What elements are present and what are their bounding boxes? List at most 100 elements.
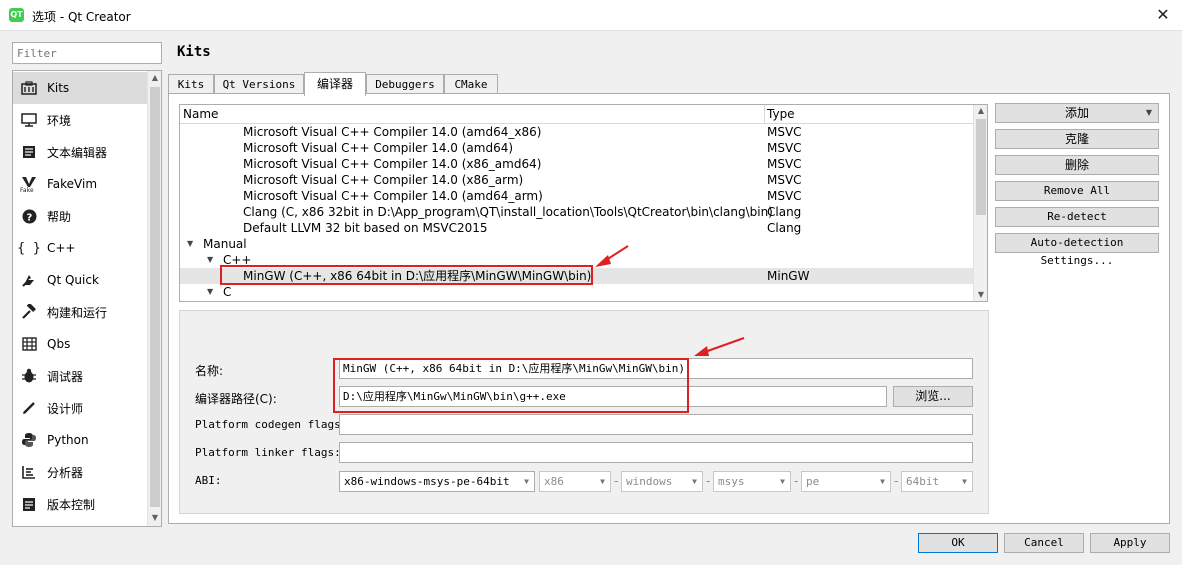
dropdown-arrow-icon: ▼ [780,477,785,486]
tree-row[interactable]: Microsoft Visual C++ Compiler 14.0 (amd6… [180,124,974,140]
abi-separator: - [894,474,899,488]
tree-row[interactable]: Microsoft Visual C++ Compiler 14.0 (x86_… [180,172,974,188]
sidebar-item-label: 帮助 [47,209,72,224]
sidebar-item-label: 调试器 [47,369,84,384]
sidebar-item-build-run[interactable]: 构建和运行 [13,296,147,328]
remove-all-button[interactable]: Remove All [995,181,1159,201]
sidebar-item-label: 版本控制 [47,497,96,512]
clone-button[interactable]: 克隆 [995,129,1159,149]
sidebar-item-label: Qbs [47,337,71,351]
expand-arrow-icon[interactable]: ▼ [187,236,193,252]
tab-debuggers[interactable]: Debuggers [366,74,444,95]
scroll-up-icon[interactable]: ▲ [976,105,986,117]
linker-flags-field[interactable] [339,442,973,463]
sidebar-item-text-editor[interactable]: 文本编辑器 [13,136,147,168]
tree-row[interactable]: Microsoft Visual C++ Compiler 14.0 (amd6… [180,188,974,204]
abi-separator: - [614,474,619,488]
qt-quick-icon [19,270,39,290]
hammer-icon [19,302,39,322]
sidebar-item-label: 分析器 [47,465,84,480]
kits-icon [19,78,39,98]
title-bar: QT 选项 - Qt Creator ✕ [0,0,1182,31]
sidebar-item-environment[interactable]: 环境 [13,104,147,136]
sidebar-item-qt-quick[interactable]: Qt Quick [13,264,147,296]
auto-detection-settings-button[interactable]: Auto-detection Settings... [995,233,1159,267]
ok-button[interactable]: OK [918,533,998,553]
sidebar-item-label: 环境 [47,113,72,128]
tree-scrollbar[interactable]: ▲ ▼ [973,105,987,301]
sidebar-item-help[interactable]: ? 帮助 [13,200,147,232]
annotation-box [220,265,593,285]
abi-flavor-select[interactable]: msys ▼ [713,471,791,492]
tab-compilers[interactable]: 编译器 [304,72,366,96]
sidebar-item-label: C++ [47,241,76,255]
column-divider[interactable] [764,105,765,124]
filter-input[interactable] [12,42,162,64]
sidebar-item-version-control[interactable]: 版本控制 [13,488,147,520]
expand-arrow-icon[interactable]: ▼ [207,284,213,300]
sidebar-item-label: 设计师 [47,401,84,416]
scroll-down-icon[interactable]: ▼ [150,512,160,524]
close-button[interactable]: ✕ [1150,4,1176,26]
sidebar-item-qbs[interactable]: Qbs [13,328,147,360]
expand-arrow-icon[interactable]: ▼ [207,252,213,268]
abi-select[interactable]: x86-windows-msys-pe-64bit ▼ [339,471,535,492]
cancel-button[interactable]: Cancel [1004,533,1084,553]
tree-group-c[interactable]: ▼ C [180,284,974,300]
sidebar-item-label: Python [47,433,89,447]
sidebar-item-designer[interactable]: 设计师 [13,392,147,424]
sidebar-item-kits[interactable]: Kits [13,72,147,104]
tab-kits[interactable]: Kits [168,74,214,95]
abi-width-select[interactable]: 64bit ▼ [901,471,973,492]
abi-label: ABI: [195,474,222,487]
dropdown-arrow-icon: ▼ [1145,108,1152,117]
qbs-icon [19,334,39,354]
browse-button[interactable]: 浏览... [893,386,973,407]
sidebar-item-label: 文本编辑器 [47,145,108,160]
delete-button[interactable]: 删除 [995,155,1159,175]
sidebar-item-fakevim[interactable]: Fake FakeVim [13,168,147,200]
sidebar-item-label: 构建和运行 [47,305,108,320]
linker-flags-label: Platform linker flags: [195,446,341,459]
codegen-flags-field[interactable] [339,414,973,435]
sidebar-item-cpp[interactable]: { } C++ [13,232,147,264]
dropdown-arrow-icon: ▼ [600,477,605,486]
tree-header: Name Type [180,105,974,124]
text-editor-icon [19,142,39,162]
tree-group-manual[interactable]: ▼ Manual [180,236,974,252]
qt-logo-icon: QT [9,8,24,22]
abi-separator: - [706,474,711,488]
pen-icon [19,398,39,418]
scrollbar-thumb[interactable] [150,87,160,507]
apply-button[interactable]: Apply [1090,533,1170,553]
column-header-type[interactable]: Type [767,107,795,121]
svg-text:?: ? [26,212,32,223]
tree-row[interactable]: Microsoft Visual C++ Compiler 14.0 (amd6… [180,140,974,156]
dropdown-arrow-icon: ▼ [962,477,967,486]
sidebar-scrollbar[interactable]: ▲ ▼ [147,71,161,526]
tree-row[interactable]: Default LLVM 32 bit based on MSVC2015 Cla… [180,220,974,236]
tree-row[interactable]: Clang (C, x86 32bit in D:\App_program\QT… [180,204,974,220]
sidebar-item-debugger[interactable]: 调试器 [13,360,147,392]
name-label: 名称: [195,364,224,378]
scrollbar-thumb[interactable] [976,119,986,215]
tab-qt-versions[interactable]: Qt Versions [214,74,304,95]
redetect-button[interactable]: Re-detect [995,207,1159,227]
tree-row[interactable]: Microsoft Visual C++ Compiler 14.0 (x86_… [180,156,974,172]
abi-format-select[interactable]: pe ▼ [801,471,891,492]
scroll-up-icon[interactable]: ▲ [150,72,160,84]
column-header-name[interactable]: Name [183,107,218,121]
tab-cmake[interactable]: CMake [444,74,498,95]
scroll-down-icon[interactable]: ▼ [976,289,986,301]
sidebar-item-label: Qt Quick [47,273,99,287]
sidebar-item-python[interactable]: Python [13,424,147,456]
abi-separator: - [794,474,799,488]
sidebar-item-analyzer[interactable]: 分析器 [13,456,147,488]
compiler-path-label: 编译器路径(C): [195,392,277,406]
abi-architecture-select[interactable]: x86 ▼ [539,471,611,492]
abi-os-select[interactable]: windows ▼ [621,471,703,492]
sidebar-item-label: Kits [47,81,70,95]
sidebar-item-label: FakeVim [47,177,98,191]
add-button[interactable]: 添加 ▼ [995,103,1159,123]
python-icon [19,430,39,450]
